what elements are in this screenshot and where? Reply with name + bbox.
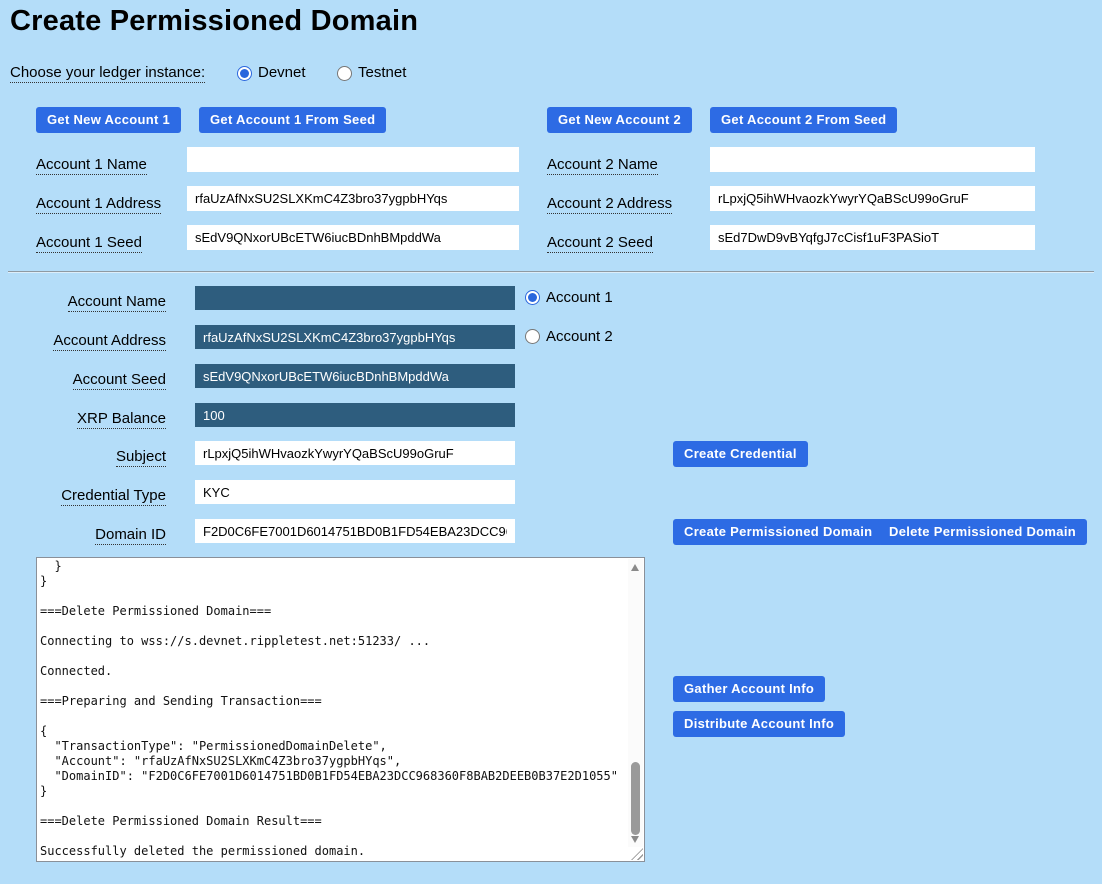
create-credential-button[interactable]: Create Credential <box>673 441 808 467</box>
get-account2-from-seed-button[interactable]: Get Account 2 From Seed <box>710 107 897 133</box>
xrp-balance-label: XRP Balance <box>0 410 166 427</box>
credential-type-label: Credential Type <box>0 487 166 504</box>
section-divider <box>8 271 1094 273</box>
create-permissioned-domain-page: Create Permissioned Domain Choose your l… <box>0 0 1102 884</box>
account-address-input[interactable] <box>195 325 515 349</box>
account2-seed-input[interactable] <box>710 225 1035 250</box>
scrollbar-thumb[interactable] <box>631 762 640 835</box>
account2-address-label: Account 2 Address <box>547 195 672 212</box>
account-seed-label: Account Seed <box>0 371 166 388</box>
domain-id-input[interactable] <box>195 519 515 543</box>
account2-address-input[interactable] <box>710 186 1035 211</box>
resize-grip-icon[interactable] <box>631 848 643 860</box>
results-console[interactable]: } } ===Delete Permissioned Domain=== Con… <box>36 557 645 862</box>
subject-label: Subject <box>0 448 166 465</box>
account-name-input[interactable] <box>195 286 515 310</box>
devnet-radio-label: Devnet <box>258 64 306 81</box>
credential-type-input[interactable] <box>195 480 515 504</box>
subject-input[interactable] <box>195 441 515 465</box>
use-account2-radio-label: Account 2 <box>546 328 613 345</box>
devnet-radio[interactable] <box>237 66 252 81</box>
use-account1-radio[interactable] <box>525 290 540 305</box>
account-seed-input[interactable] <box>195 364 515 388</box>
account2-name-label: Account 2 Name <box>547 156 658 173</box>
account2-seed-label: Account 2 Seed <box>547 234 653 251</box>
account1-address-label: Account 1 Address <box>36 195 161 212</box>
create-permissioned-domain-button[interactable]: Create Permissioned Domain <box>673 519 883 545</box>
account2-name-input[interactable] <box>710 147 1035 172</box>
account-address-label: Account Address <box>0 332 166 349</box>
xrp-balance-input[interactable] <box>195 403 515 427</box>
console-scrollbar[interactable] <box>628 559 643 847</box>
console-output-text: } } ===Delete Permissioned Domain=== Con… <box>37 558 628 861</box>
get-account1-from-seed-button[interactable]: Get Account 1 From Seed <box>199 107 386 133</box>
get-new-account1-button[interactable]: Get New Account 1 <box>36 107 181 133</box>
account1-seed-input[interactable] <box>187 225 519 250</box>
page-title: Create Permissioned Domain <box>10 5 418 38</box>
distribute-account-info-button[interactable]: Distribute Account Info <box>673 711 845 737</box>
use-account2-radio[interactable] <box>525 329 540 344</box>
domain-id-label: Domain ID <box>0 526 166 543</box>
account1-name-input[interactable] <box>187 147 519 172</box>
account-name-label: Account Name <box>0 293 166 310</box>
gather-account-info-button[interactable]: Gather Account Info <box>673 676 825 702</box>
account1-seed-label: Account 1 Seed <box>36 234 142 251</box>
use-account1-radio-label: Account 1 <box>546 289 613 306</box>
scroll-down-icon[interactable] <box>631 836 639 843</box>
delete-permissioned-domain-button[interactable]: Delete Permissioned Domain <box>878 519 1087 545</box>
testnet-radio-label: Testnet <box>358 64 406 81</box>
scroll-up-icon[interactable] <box>631 564 639 571</box>
account1-address-input[interactable] <box>187 186 519 211</box>
testnet-radio[interactable] <box>337 66 352 81</box>
get-new-account2-button[interactable]: Get New Account 2 <box>547 107 692 133</box>
account1-name-label: Account 1 Name <box>36 156 147 173</box>
ledger-instance-label: Choose your ledger instance: <box>10 64 205 81</box>
